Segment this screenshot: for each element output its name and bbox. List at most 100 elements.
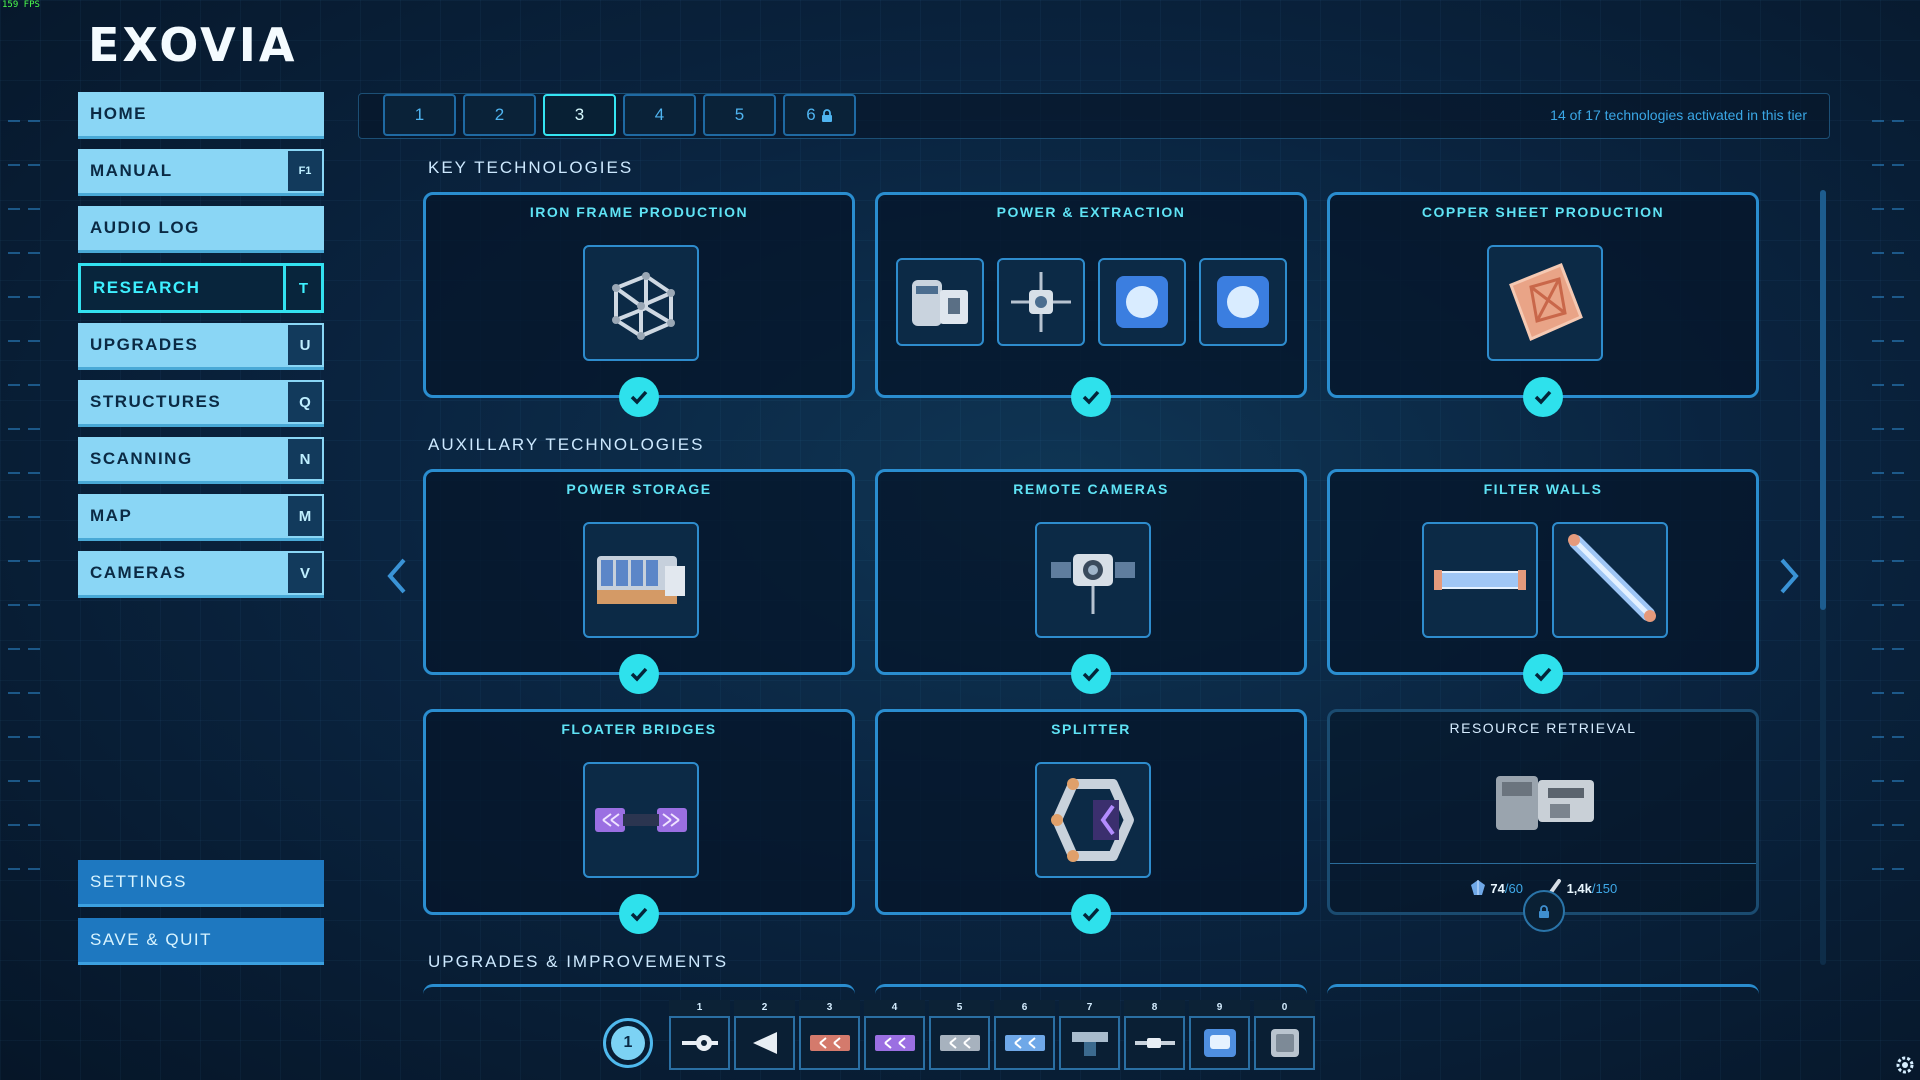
left-edge-decoration xyxy=(8,120,48,1020)
section-title-upgrades: UPGRADES & IMPROVEMENTS xyxy=(428,952,729,971)
card-title: RESOURCE RETRIEVAL xyxy=(1449,720,1637,736)
nav-research[interactable]: RESEARCH T xyxy=(78,263,324,313)
nav-label: AUDIO LOG xyxy=(90,218,200,237)
hotbar-page-indicator[interactable]: 1 xyxy=(603,1018,653,1068)
activated-check-icon xyxy=(619,894,659,934)
hotbar-slot[interactable]: 1 xyxy=(669,1000,730,1070)
lock-icon xyxy=(1523,890,1565,932)
nav-label: RESEARCH xyxy=(93,278,201,297)
game-logo: EXOVIA xyxy=(88,18,298,72)
copper-sheet-icon xyxy=(1509,263,1583,342)
tab-tier-3[interactable]: 3 xyxy=(543,94,616,136)
tech-tile xyxy=(1487,245,1603,361)
blue-light-block-icon xyxy=(1217,276,1269,328)
remote-camera-icon xyxy=(1051,554,1135,614)
hotkey-badge: Q xyxy=(286,380,324,424)
tech-card-filter-walls[interactable]: FILTER WALLS xyxy=(1327,469,1759,694)
tech-card-copper-sheet[interactable]: COPPER SHEET PRODUCTION xyxy=(1327,192,1759,417)
nav-home[interactable]: HOME xyxy=(78,92,324,139)
tech-card-splitter[interactable]: SPLITTER xyxy=(875,709,1307,934)
activated-check-icon xyxy=(619,377,659,417)
slot-number: 3 xyxy=(799,1000,860,1016)
chevron-left-icon[interactable] xyxy=(384,556,408,596)
filter-wall-straight-icon xyxy=(1434,570,1526,590)
hotbar-slot[interactable]: 2 xyxy=(734,1000,795,1070)
tech-card-power-storage[interactable]: POWER STORAGE xyxy=(423,469,855,694)
tech-card-iron-frame[interactable]: IRON FRAME PRODUCTION xyxy=(423,192,855,417)
tech-tile xyxy=(1035,522,1151,638)
nav-cameras[interactable]: CAMERAS V xyxy=(78,551,324,598)
hotbar-slot[interactable]: 9 xyxy=(1189,1000,1250,1070)
nav-scanning[interactable]: SCANNING N xyxy=(78,437,324,484)
nav-label: UPGRADES xyxy=(90,335,199,354)
camera-tile-icon xyxy=(1071,1032,1108,1056)
nav-label: STRUCTURES xyxy=(90,392,222,411)
blue-conveyor-icon xyxy=(1004,1035,1045,1051)
hotbar-slot[interactable]: 0 xyxy=(1254,1000,1315,1070)
nav-label: CAMERAS xyxy=(90,563,187,582)
card-peek xyxy=(1327,984,1759,995)
tab-label: 4 xyxy=(654,105,665,124)
extractor-drone-icon xyxy=(1011,272,1071,332)
nav-upgrades[interactable]: UPGRADES U xyxy=(78,323,324,370)
tab-tier-2[interactable]: 2 xyxy=(463,94,536,136)
card-title: IRON FRAME PRODUCTION xyxy=(529,204,749,220)
tab-tier-5[interactable]: 5 xyxy=(703,94,776,136)
hotbar-slot[interactable]: 7 xyxy=(1059,1000,1120,1070)
tier-status-text: 14 of 17 technologies activated in this … xyxy=(1550,107,1807,123)
nav-label: MANUAL xyxy=(90,161,173,180)
tier-tab-bar: 1 2 3 4 5 6 14 of 17 technologies activa… xyxy=(358,93,1830,139)
slot-number: 6 xyxy=(994,1000,1055,1016)
scrollbar[interactable] xyxy=(1820,190,1826,965)
nav-map[interactable]: MAP M xyxy=(78,494,324,541)
tech-tile xyxy=(1098,258,1186,346)
hotbar-slot[interactable]: 5 xyxy=(929,1000,990,1070)
nav-structures[interactable]: STRUCTURES Q xyxy=(78,380,324,427)
nav-audio-log[interactable]: AUDIO LOG xyxy=(78,206,324,253)
hotbar-slot[interactable]: 8 xyxy=(1124,1000,1185,1070)
activated-check-icon xyxy=(1523,377,1563,417)
tech-tile xyxy=(583,762,699,878)
tab-label: 3 xyxy=(574,105,585,124)
tech-tile xyxy=(1422,522,1538,638)
tab-label: 1 xyxy=(414,105,425,124)
card-title: REMOTE CAMERAS xyxy=(1013,481,1169,497)
gear-icon[interactable] xyxy=(1894,1054,1916,1076)
red-conveyor-icon xyxy=(809,1035,850,1051)
hotbar-slot[interactable]: 4 xyxy=(864,1000,925,1070)
card-title: POWER & EXTRACTION xyxy=(996,204,1186,220)
hotkey-badge: F1 xyxy=(286,149,324,193)
tech-tile xyxy=(583,522,699,638)
tech-card-remote-cameras[interactable]: REMOTE CAMERAS xyxy=(875,469,1307,694)
save-quit-button[interactable]: SAVE & QUIT xyxy=(78,918,324,965)
chevron-right-icon[interactable] xyxy=(1778,556,1802,596)
arrow-ramp-icon xyxy=(752,1032,777,1054)
tech-card-resource-retrieval[interactable]: RESOURCE RETRIEVAL 74/60 1,4k/150 xyxy=(1327,709,1759,932)
hotbar-page-number: 1 xyxy=(611,1026,645,1060)
hotbar-slot[interactable]: 3 xyxy=(799,1000,860,1070)
section-title-aux: AUXILLARY TECHNOLOGIES xyxy=(428,435,705,454)
tab-label: 2 xyxy=(494,105,505,124)
tab-tier-1[interactable]: 1 xyxy=(383,94,456,136)
settings-button[interactable]: SETTINGS xyxy=(78,860,324,907)
scrollbar-thumb[interactable] xyxy=(1820,190,1826,610)
activated-check-icon xyxy=(1071,894,1111,934)
hotkey-badge: N xyxy=(286,437,324,481)
nav-manual[interactable]: MANUAL F1 xyxy=(78,149,324,196)
tab-tier-6-locked[interactable]: 6 xyxy=(783,94,856,136)
main-nav: HOME MANUAL F1 AUDIO LOG RESEARCH T UPGR… xyxy=(78,92,324,608)
tech-tile xyxy=(1552,522,1668,638)
tab-label: 5 xyxy=(734,105,745,124)
splitter-icon xyxy=(1051,778,1134,862)
nav-label: SCANNING xyxy=(90,449,193,468)
tech-card-floater-bridges[interactable]: FLOATER BRIDGES xyxy=(423,709,855,934)
lock-icon xyxy=(821,108,832,122)
cost-need: /150 xyxy=(1591,881,1618,896)
slot-number: 5 xyxy=(929,1000,990,1016)
right-edge-decoration xyxy=(1872,120,1912,1020)
tab-tier-4[interactable]: 4 xyxy=(623,94,696,136)
grey-conveyor-icon xyxy=(939,1035,980,1051)
card-peek xyxy=(875,984,1307,995)
hotbar-slot[interactable]: 6 xyxy=(994,1000,1055,1070)
tech-card-power-extraction[interactable]: POWER & EXTRACTION xyxy=(875,192,1307,417)
